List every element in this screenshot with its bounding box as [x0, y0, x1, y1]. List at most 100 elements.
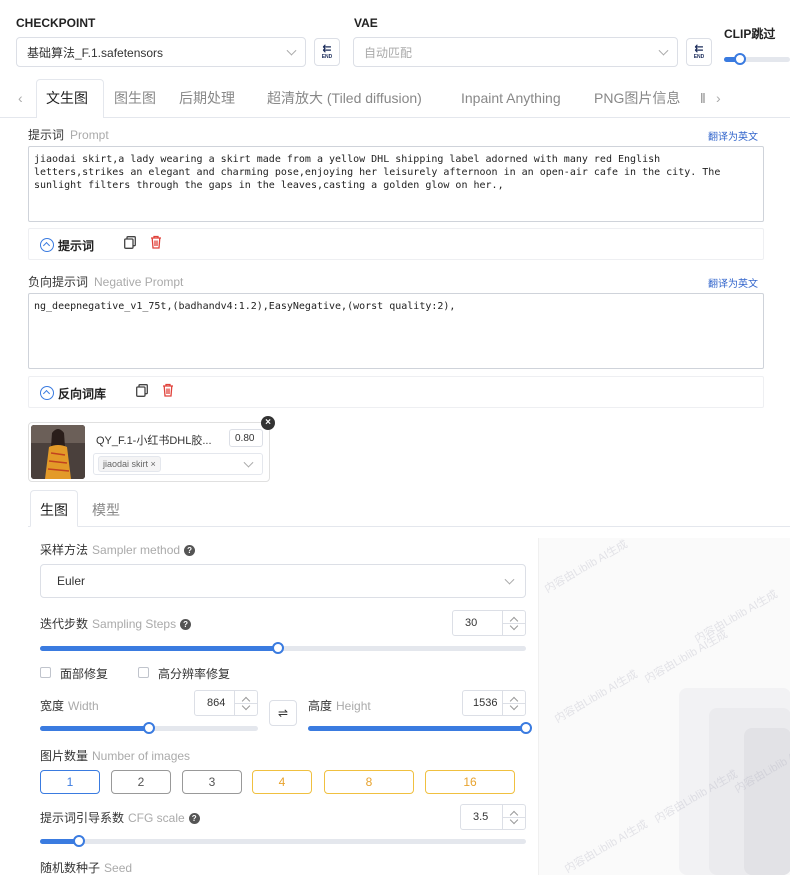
- chevron-down-icon: [286, 45, 297, 56]
- vae-refresh-button[interactable]: ⇇ END: [686, 38, 712, 66]
- count-option-2[interactable]: 2: [111, 770, 171, 794]
- negative-library-label[interactable]: 反向词库: [58, 385, 106, 402]
- cfg-label-en: CFG scale: [128, 811, 185, 825]
- collapse-negative-icon[interactable]: [40, 386, 54, 400]
- count-option-8[interactable]: 8: [324, 770, 414, 794]
- swap-icon: ⇌: [277, 706, 289, 720]
- prompt-label: 提示词 Prompt: [28, 126, 109, 143]
- width-slider[interactable]: [40, 722, 258, 734]
- tab-txt2img[interactable]: 文生图: [46, 80, 88, 116]
- count-option-4[interactable]: 4: [252, 770, 312, 794]
- num-images-label: 图片数量 Number of images: [40, 747, 190, 764]
- prompt-label-zh: 提示词: [28, 128, 65, 142]
- height-input[interactable]: 1536: [462, 690, 526, 716]
- width-slider-thumb[interactable]: [143, 722, 155, 734]
- tab-png-info[interactable]: PNG图片信息: [594, 80, 680, 116]
- collapse-prompt-icon[interactable]: [40, 238, 54, 252]
- lora-thumbnail-image: [31, 425, 85, 479]
- subtab-model[interactable]: 模型: [92, 500, 120, 520]
- help-icon[interactable]: ?: [180, 619, 192, 630]
- hires-fix-label: 高分辨率修复: [158, 667, 231, 681]
- tab-more[interactable]: ‖: [700, 80, 706, 116]
- cfg-slider[interactable]: [40, 835, 526, 847]
- tag-close-icon[interactable]: ×: [151, 459, 156, 469]
- width-spinner[interactable]: [234, 691, 257, 715]
- height-label-zh: 高度: [308, 699, 333, 713]
- arrow-left-icon: ⇇: [322, 43, 332, 55]
- translate-prompt-link[interactable]: 翻译为英文: [708, 128, 758, 143]
- width-label-zh: 宽度: [40, 699, 65, 713]
- seed-label-en: Seed: [104, 861, 133, 875]
- sampler-label-en: Sampler method: [92, 543, 181, 557]
- count-option-16[interactable]: 16: [425, 770, 515, 794]
- remove-lora-icon[interactable]: ×: [261, 416, 275, 430]
- chevron-down-icon: [658, 45, 669, 56]
- cfg-value: 3.5: [473, 811, 489, 823]
- prompt-toolbar: [28, 228, 764, 260]
- count-option-1[interactable]: 1: [40, 770, 100, 794]
- tab-tiled-diffusion[interactable]: 超清放大 (Tiled diffusion): [267, 80, 422, 116]
- copy-icon[interactable]: [136, 384, 148, 397]
- steps-slider-fill: [40, 646, 279, 651]
- sampler-select[interactable]: Euler: [40, 564, 526, 598]
- tab-inpaint-anything[interactable]: Inpaint Anything: [461, 80, 561, 116]
- trash-icon[interactable]: [162, 383, 174, 397]
- cfg-slider-thumb[interactable]: [72, 835, 85, 847]
- sampler-value: Euler: [57, 574, 86, 588]
- main-tabs: ‹ 文生图 图生图 后期处理 超清放大 (Tiled diffusion) In…: [0, 80, 790, 116]
- negative-prompt-label: 负向提示词 Negative Prompt: [28, 273, 183, 290]
- lora-weight-input[interactable]: 0.80: [229, 429, 263, 447]
- steps-label: 迭代步数 Sampling Steps?: [40, 615, 192, 632]
- tabs-prev-icon[interactable]: ‹: [18, 80, 23, 116]
- checkpoint-refresh-button[interactable]: ⇇ END: [314, 38, 340, 66]
- cfg-label-zh: 提示词引导系数: [40, 811, 125, 825]
- preview-placeholder: [744, 728, 790, 875]
- width-input[interactable]: 864: [194, 690, 258, 716]
- sampler-label-zh: 采样方法: [40, 543, 89, 557]
- width-value: 864: [207, 697, 226, 709]
- tab-img2img[interactable]: 图生图: [114, 80, 156, 116]
- height-slider-thumb[interactable]: [520, 722, 532, 734]
- seed-label-zh: 随机数种子: [40, 861, 101, 875]
- trigger-tag: jiaodai skirt ×: [98, 456, 161, 472]
- vae-select[interactable]: 自动匹配: [353, 37, 678, 67]
- steps-slider[interactable]: [40, 642, 526, 654]
- negative-label-zh: 负向提示词: [28, 275, 89, 289]
- translate-negative-link[interactable]: 翻译为英文: [708, 275, 758, 290]
- steps-slider-thumb[interactable]: [272, 642, 285, 654]
- checkpoint-select[interactable]: 基础算法_F.1.safetensors: [16, 37, 306, 67]
- copy-icon[interactable]: [124, 236, 136, 249]
- steps-spinner[interactable]: [502, 611, 525, 635]
- width-label: 宽度 Width: [40, 697, 99, 714]
- swap-dimensions-button[interactable]: ⇌: [269, 700, 297, 726]
- height-spinner[interactable]: [502, 691, 525, 715]
- lora-card: QY_F.1-小红书DHL胶... 0.80 jiaodai skirt ×: [28, 422, 270, 482]
- lora-trigger-select[interactable]: jiaodai skirt ×: [93, 453, 263, 475]
- prompt-library-label[interactable]: 提示词: [58, 237, 94, 254]
- num-images-label-en: Number of images: [92, 749, 191, 763]
- cfg-input[interactable]: 3.5: [460, 804, 526, 830]
- tab-extras[interactable]: 后期处理: [179, 80, 235, 116]
- height-value: 1536: [473, 697, 498, 709]
- cfg-spinner[interactable]: [502, 805, 525, 829]
- face-restore-checkbox[interactable]: [40, 667, 51, 678]
- hires-fix-checkbox[interactable]: [138, 667, 149, 678]
- height-label-en: Height: [336, 699, 371, 713]
- clip-skip-thumb[interactable]: [734, 53, 746, 65]
- trash-icon[interactable]: [150, 235, 162, 249]
- steps-label-en: Sampling Steps: [92, 617, 177, 631]
- help-icon[interactable]: ?: [188, 813, 200, 824]
- subtab-generate[interactable]: 生图: [40, 500, 68, 520]
- height-slider[interactable]: [308, 722, 532, 734]
- steps-input[interactable]: 30: [452, 610, 526, 636]
- clip-skip-slider[interactable]: [724, 53, 790, 65]
- tab-divider: [0, 117, 790, 118]
- chevron-down-icon: [243, 457, 254, 468]
- count-option-3[interactable]: 3: [182, 770, 242, 794]
- tabs-next-icon[interactable]: ›: [716, 80, 721, 116]
- help-icon[interactable]: ?: [184, 545, 196, 556]
- end-label: END: [321, 54, 333, 60]
- negative-prompt-textarea[interactable]: ng_deepnegative_v1_75t,(badhandv4:1.2),E…: [28, 293, 764, 369]
- prompt-textarea[interactable]: jiaodai skirt,a lady wearing a skirt mad…: [28, 146, 764, 222]
- sampler-label: 采样方法 Sampler method?: [40, 541, 196, 558]
